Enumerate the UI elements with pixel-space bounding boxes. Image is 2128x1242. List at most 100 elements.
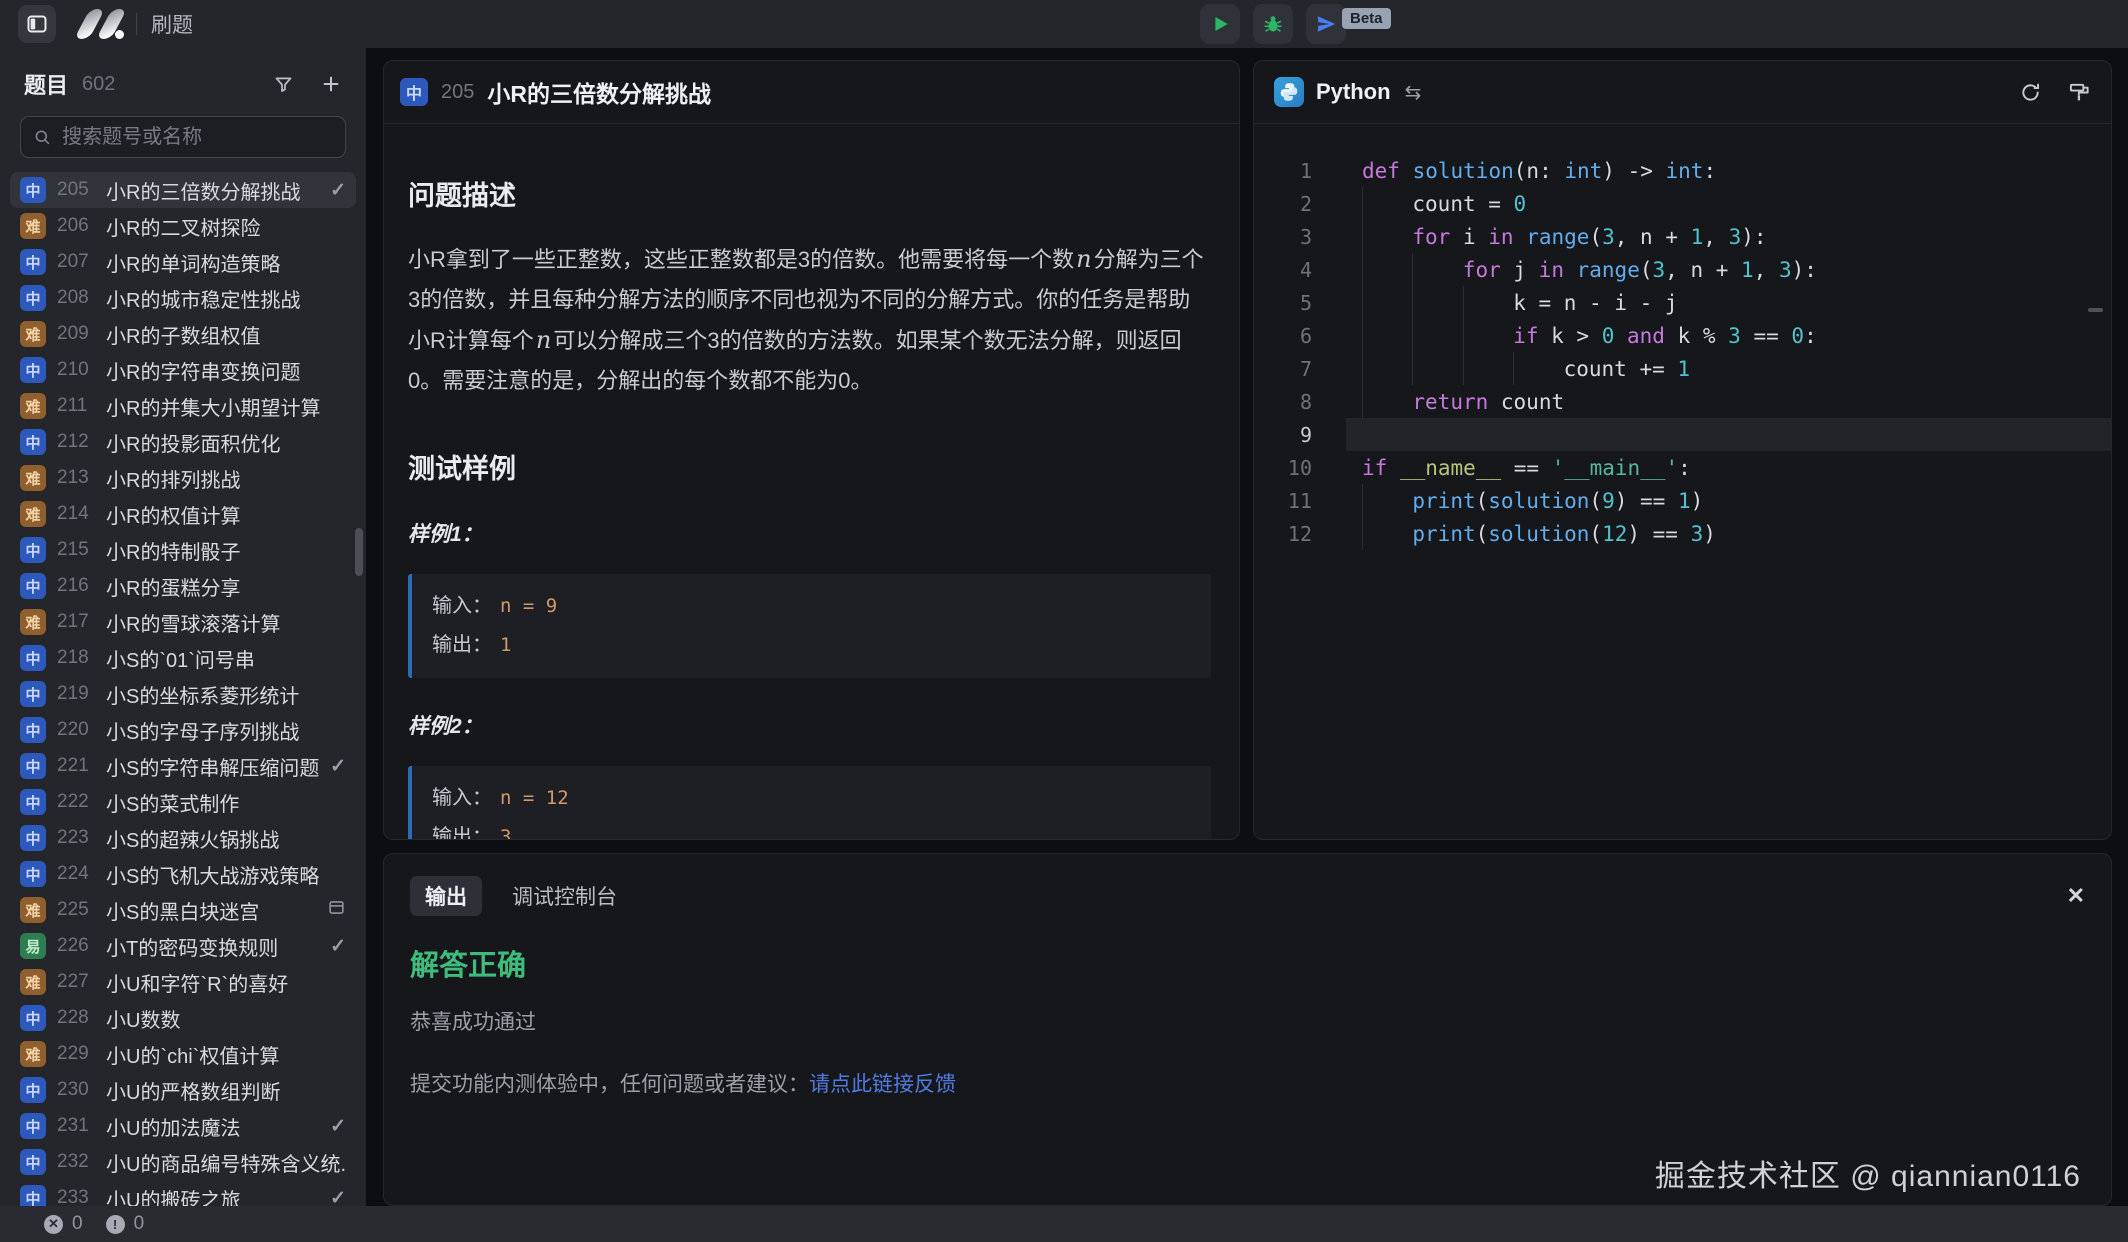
code-line[interactable]: 5k = n - i - j [1254, 286, 2111, 319]
problem-body: 问题描述 小R拿到了一些正整数，这些正整数都是3的倍数。他需要将每一个数n分解为… [384, 124, 1239, 839]
problem-list-item[interactable]: 难213小R的排列挑战 [10, 460, 356, 496]
problem-list-item[interactable]: 中207小R的单词构造策略 [10, 244, 356, 280]
code-line[interactable]: 8return count [1254, 385, 2111, 418]
problem-list-item[interactable]: 难211小R的并集大小期望计算 [10, 388, 356, 424]
problem-list-item[interactable]: 难214小R的权值计算 [10, 496, 356, 532]
errors-count: 0 [72, 1213, 83, 1235]
io-label: 输入： [432, 595, 492, 617]
code-token: 0 [1791, 324, 1804, 348]
beta-badge: Beta [1342, 8, 1391, 29]
difficulty-badge: 难 [20, 321, 46, 347]
code-editor[interactable]: 1def solution(n: int) -> int:2count = 03… [1254, 124, 2111, 550]
problem-list-item[interactable]: 中222小S的菜式制作 [10, 784, 356, 820]
editor-scroll-mark[interactable] [2088, 308, 2103, 312]
line-content: for j in range(3, n + 1, 3): [1346, 253, 2111, 286]
problem-list-item[interactable]: 中219小S的坐标系菱形统计 [10, 676, 356, 712]
problem-list-item[interactable]: 难227小U和字符`R`的喜好 [10, 964, 356, 1000]
debug-button[interactable] [1253, 4, 1293, 44]
errors-icon[interactable]: ✕ [44, 1215, 63, 1234]
problem-list-item[interactable]: 中221小S的字符串解压缩问题✓ [10, 748, 356, 784]
problem-list-item[interactable]: 中220小S的字母子序列挑战 [10, 712, 356, 748]
code-token: j [1501, 258, 1539, 282]
code-line[interactable]: 1def solution(n: int) -> int: [1254, 154, 2111, 187]
problem-id: 233 [57, 1187, 95, 1206]
close-console-icon[interactable]: ✕ [2067, 883, 2085, 909]
problem-id: 228 [57, 1007, 95, 1029]
problem-list-item[interactable]: 中216小R的蛋糕分享 [10, 568, 356, 604]
switch-language-icon[interactable]: ⇆ [1405, 80, 1422, 105]
search-input[interactable] [60, 125, 333, 150]
code-line[interactable]: 2count = 0 [1254, 187, 2111, 220]
code-token: print [1412, 489, 1475, 513]
indent-guide [1362, 286, 1363, 319]
indent-guide [1412, 286, 1413, 319]
problem-list-item[interactable]: 中205小R的三倍数分解挑战✓ [10, 172, 356, 208]
problem-list-item[interactable]: 中233小U的搬砖之旅✓ [10, 1180, 356, 1206]
divider [136, 13, 137, 35]
problem-list-item[interactable]: 中212小R的投影面积优化 [10, 424, 356, 460]
play-icon [1209, 13, 1231, 35]
tab-output[interactable]: 输出 [410, 876, 482, 916]
code-token: ) [1691, 489, 1704, 513]
problem-title: 小U的商品编号特殊含义统... [106, 1148, 346, 1177]
problem-id: 223 [57, 827, 95, 849]
code-line[interactable]: 12print(solution(12) == 3) [1254, 517, 2111, 550]
problem-list-item[interactable]: 中231小U的加法魔法✓ [10, 1108, 356, 1144]
code-line[interactable]: 9 [1254, 418, 2111, 451]
add-problem-icon[interactable] [320, 73, 342, 95]
code-line[interactable]: 11print(solution(9) == 1) [1254, 484, 2111, 517]
problem-list-item[interactable]: 中230小U的严格数组判断 [10, 1072, 356, 1108]
format-code-icon[interactable] [2068, 81, 2091, 104]
code-line[interactable]: 3for i in range(3, n + 1, 3): [1254, 220, 2111, 253]
code-token [1614, 324, 1627, 348]
reset-code-icon[interactable] [2019, 81, 2042, 104]
feedback-link[interactable]: 请点此链接反馈 [809, 1073, 956, 1096]
problem-list-item[interactable]: 中208小R的城市稳定性挑战 [10, 280, 356, 316]
search-box[interactable] [20, 116, 346, 158]
problem-list-item[interactable]: 中223小S的超辣火锅挑战 [10, 820, 356, 856]
problem-list-item[interactable]: 中228小U数数 [10, 1000, 356, 1036]
problem-list-item[interactable]: 中210小R的字符串变换问题 [10, 352, 356, 388]
problem-list-item[interactable]: 易226小T的密码变换规则✓ [10, 928, 356, 964]
problem-list-item[interactable]: 难209小R的子数组权值 [10, 316, 356, 352]
code-token [1400, 159, 1413, 183]
problem-list-item[interactable]: 难206小R的二叉树探险 [10, 208, 356, 244]
indent-guide [1513, 352, 1514, 385]
code-line[interactable]: 7count += 1 [1254, 352, 2111, 385]
code-line[interactable]: 6if k > 0 and k % 3 == 0: [1254, 319, 2111, 352]
problem-list-item[interactable]: 中215小R的特制骰子 [10, 532, 356, 568]
problem-id: 221 [57, 755, 95, 777]
filter-icon[interactable] [273, 74, 294, 95]
run-button[interactable] [1200, 4, 1240, 44]
difficulty-badge: 难 [20, 393, 46, 419]
code-token: in [1488, 225, 1513, 249]
code-line[interactable]: 10if __name__ == '__main__': [1254, 451, 2111, 484]
sample-label: 样例2： [408, 710, 1211, 740]
problem-list-item[interactable]: 中218小S的`01`问号串 [10, 640, 356, 676]
line-content: count = 0 [1346, 187, 2111, 220]
difficulty-badge: 难 [20, 1041, 46, 1067]
problem-title: 小U和字符`R`的喜好 [106, 968, 346, 997]
warnings-icon[interactable]: ! [106, 1215, 125, 1234]
code-token: ( [1589, 225, 1602, 249]
problem-list-item[interactable]: 难225小S的黑白块迷宫 [10, 892, 356, 928]
problem-title: 小T的密码变换规则 [106, 932, 319, 961]
line-content: k = n - i - j [1346, 286, 2111, 319]
problem-id: 210 [57, 359, 95, 381]
problem-list-item[interactable]: 中224小S的飞机大战游戏策略 [10, 856, 356, 892]
sidebar-toggle-button[interactable] [18, 5, 56, 43]
code-token: ) -> [1602, 159, 1665, 183]
problem-title: 小S的超辣火锅挑战 [106, 824, 346, 853]
code-token: : [1678, 456, 1691, 480]
problem-id: 225 [57, 899, 95, 921]
app-logo[interactable] [82, 9, 126, 39]
code-line[interactable]: 4for j in range(3, n + 1, 3): [1254, 253, 2111, 286]
problem-list-item[interactable]: 难229小U的`chi`权值计算 [10, 1036, 356, 1072]
problem-list-item[interactable]: 中232小U的商品编号特殊含义统... [10, 1144, 356, 1180]
sidebar-scrollbar[interactable] [355, 528, 363, 576]
problem-id: 218 [57, 647, 95, 669]
tab-debug-console[interactable]: 调试控制台 [512, 881, 617, 911]
problem-list-item[interactable]: 难217小R的雪球滚落计算 [10, 604, 356, 640]
problem-id: 209 [57, 323, 95, 345]
submit-button[interactable] [1306, 4, 1346, 44]
